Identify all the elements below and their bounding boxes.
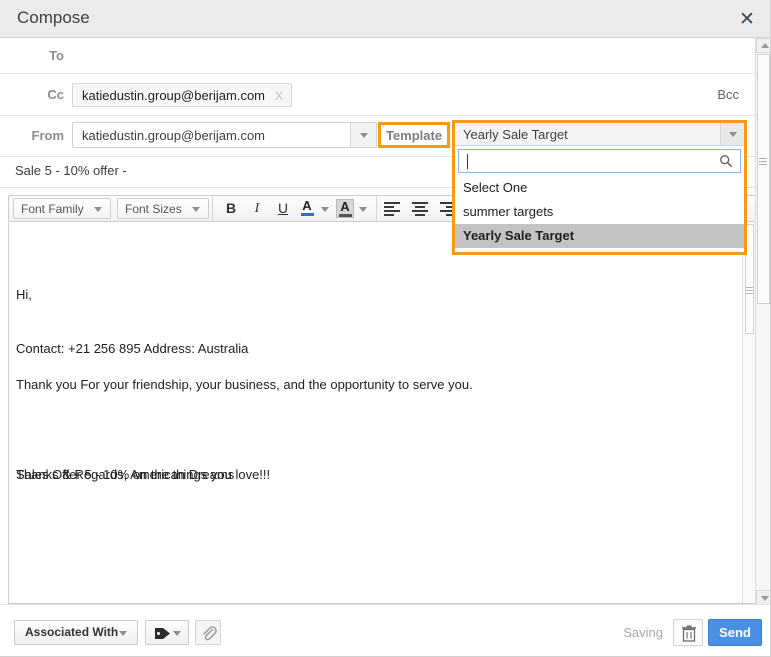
align-left-button[interactable] (384, 200, 404, 217)
template-button[interactable]: Template (378, 122, 450, 148)
body-contact-info: Contact: +21 256 895 Address: Australia (16, 341, 249, 356)
remove-recipient-icon[interactable]: X (275, 85, 283, 108)
template-option-select-one[interactable]: Select One (455, 176, 744, 200)
close-icon[interactable]: ✕ (736, 8, 758, 30)
chevron-down-icon[interactable] (359, 207, 367, 212)
send-button-label: Send (719, 625, 751, 640)
text-color-swatch (300, 213, 314, 216)
text-cursor (467, 154, 468, 169)
highlight-color-swatch (338, 214, 352, 217)
message-body[interactable]: Hi, Thank you For your friendship, your … (8, 222, 756, 604)
underline-button[interactable]: U (272, 199, 294, 218)
send-button[interactable]: Send (708, 619, 762, 646)
text-color-label: A (302, 198, 312, 213)
text-color-button[interactable]: A (298, 199, 316, 218)
paperclip-icon (203, 626, 217, 641)
cc-recipient-chip[interactable]: katiedustin.group@berijam.com X (72, 83, 293, 108)
chevron-down-icon (94, 207, 102, 212)
window-scrollbar-grip (759, 158, 767, 167)
bcc-link[interactable]: Bcc (717, 87, 739, 102)
compose-window: Compose ✕ To Cc Bcc katiedustin.group@be… (0, 0, 771, 657)
page-title: Compose (17, 8, 90, 27)
body-greeting: Hi, (16, 287, 32, 302)
template-dropdown-toggle[interactable]: Yearly Sale Target (455, 123, 744, 146)
search-icon (720, 155, 733, 168)
discard-button[interactable] (673, 619, 703, 646)
cc-recipient-email: katiedustin.group@berijam.com (82, 88, 266, 103)
bold-button[interactable]: B (220, 199, 242, 218)
font-size-select[interactable]: Font Sizes (117, 198, 209, 219)
cc-label: Cc (47, 87, 64, 102)
save-status: Saving (623, 625, 663, 640)
to-label: To (49, 48, 64, 63)
highlight-color-button[interactable]: A (336, 199, 354, 218)
align-center-button[interactable] (410, 200, 430, 217)
tag-icon (155, 628, 170, 639)
highlight-color-label: A (340, 199, 350, 214)
compose-footer: Associated With Saving Send (0, 604, 770, 656)
associated-with-button[interactable]: Associated With (14, 620, 138, 645)
template-option-list: Select One summer targets Yearly Sale Ta… (455, 176, 744, 248)
body-scrollbar[interactable] (742, 222, 755, 603)
template-search-input[interactable] (458, 149, 741, 173)
toolbar-group-fonts: Font Family Font Sizes (9, 196, 213, 221)
italic-button[interactable]: I (246, 199, 268, 218)
attachment-button[interactable] (195, 620, 221, 645)
chevron-down-icon[interactable] (321, 207, 329, 212)
template-selected-value: Yearly Sale Target (463, 127, 568, 142)
from-select[interactable]: katiedustin.group@berijam.com (72, 122, 377, 148)
chevron-down-icon (119, 631, 127, 636)
body-paragraphs: Hi, Thank you For your friendship, your … (16, 230, 473, 552)
chevron-down-icon (192, 207, 200, 212)
from-label: From (31, 128, 65, 143)
from-value: katiedustin.group@berijam.com (82, 128, 266, 143)
body-scrollbar-grip (746, 287, 753, 296)
toolbar-group-format: B I U A A (214, 196, 377, 221)
template-dropdown-arrow[interactable] (720, 123, 744, 145)
template-option-yearly-sale-target[interactable]: Yearly Sale Target (455, 224, 744, 248)
font-family-label: Font Family (21, 202, 84, 216)
tag-button[interactable] (145, 620, 189, 645)
template-option-summer-targets[interactable]: summer targets (455, 200, 744, 224)
font-size-label: Font Sizes (125, 202, 182, 216)
scroll-down-icon[interactable] (756, 590, 770, 605)
window-scrollbar-thumb[interactable] (757, 54, 770, 304)
body-paragraph-1: Thank you For your friendship, your busi… (16, 377, 473, 392)
chevron-down-icon (729, 132, 737, 137)
from-dropdown-arrow[interactable] (350, 123, 376, 147)
subject-text[interactable]: Sale 5 - 10% offer - (15, 163, 127, 178)
associated-with-label: Associated With (25, 625, 119, 639)
chevron-down-icon (360, 133, 368, 138)
body-signature: Thanks & Regards, American Dreams (16, 467, 235, 482)
window-titlebar: Compose ✕ (0, 0, 770, 38)
scroll-up-icon[interactable] (756, 38, 770, 53)
font-family-select[interactable]: Font Family (13, 198, 111, 219)
template-dropdown-panel: Yearly Sale Target Select One summer tar… (452, 120, 747, 255)
trash-icon (682, 625, 696, 642)
to-row: To (0, 38, 756, 74)
window-scrollbar[interactable] (755, 38, 770, 605)
template-button-label: Template (385, 128, 443, 143)
chevron-down-icon (173, 631, 181, 636)
